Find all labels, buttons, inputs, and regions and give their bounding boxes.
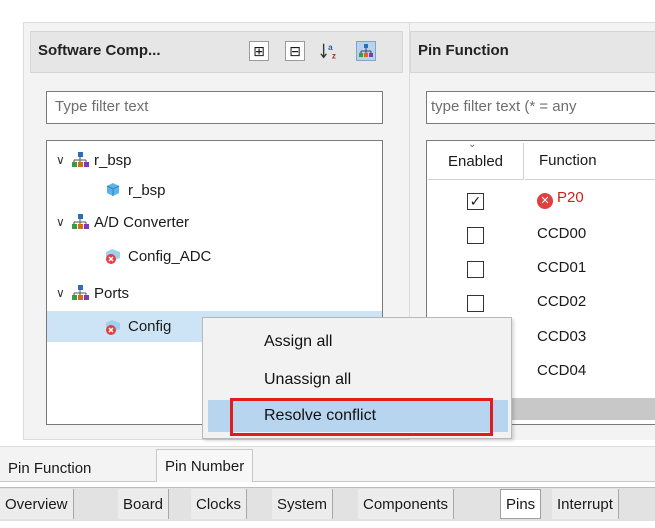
chevron-down-icon[interactable]: ∨ [56,215,70,229]
tree-item-r-bsp[interactable]: r_bsp [104,176,166,204]
tab-pin-function[interactable]: Pin Function [0,452,99,485]
tree-item-label: Config [128,318,172,335]
tab-clocks[interactable]: Clocks [191,489,248,519]
table-row-function[interactable]: CCD04 [537,362,586,379]
column-header-function[interactable]: Function [525,143,655,180]
column-header-enabled[interactable]: Enabled [428,143,524,180]
tab-system[interactable]: System [272,489,334,519]
error-icon: ✕ [537,193,553,209]
hierarchy-view-icon[interactable] [356,41,376,61]
tab-components[interactable]: Components [358,489,455,519]
tree-item-r-bsp-group[interactable]: ∨ r_bsp [56,146,132,174]
tree-item-label: r_bsp [128,181,166,199]
chevron-down-icon[interactable]: ∨ [56,286,70,300]
tab-pin-number[interactable]: Pin Number [156,449,254,482]
tree-item-ports[interactable]: ∨ Ports [56,279,129,307]
table-row-function[interactable]: CCD01 [537,259,586,276]
enabled-checkbox[interactable] [467,227,484,244]
config-error-icon [104,247,124,265]
enabled-checkbox[interactable] [467,295,484,312]
menu-item-unassign-all[interactable]: Unassign all [204,364,510,396]
chevron-down-icon[interactable]: ∨ [56,153,70,167]
component-filter-input[interactable]: Type filter text [46,91,383,124]
table-row-function[interactable]: CCD02 [537,293,586,310]
tree-item-label: Ports [94,284,130,302]
component-group-icon [70,284,90,302]
tree-item-ad-converter[interactable]: ∨ A/D Converter [56,208,189,236]
enabled-checkbox[interactable] [467,261,484,278]
tree-item-label: A/D Converter [94,213,190,231]
menu-item-assign-all[interactable]: Assign all [204,326,510,358]
table-row-function[interactable]: ✕ P20 [537,189,584,209]
tree-item-label: Config_ADC [128,247,212,265]
callout-highlight-box [230,398,493,436]
tab-interrupt[interactable]: Interrupt [552,489,619,519]
expand-all-icon[interactable]: ⊞ [249,41,269,61]
table-row-function[interactable]: CCD00 [537,225,586,242]
tab-board[interactable]: Board [118,489,170,519]
svg-text:z: z [332,51,336,60]
table-row-function[interactable]: CCD03 [537,328,586,345]
tree-item-label: r_bsp [94,151,132,169]
config-error-icon [104,318,124,336]
enabled-checkbox[interactable]: ✓ [467,193,484,210]
cube-icon [104,181,124,199]
tree-item-config-adc[interactable]: Config_ADC [104,242,211,270]
sort-alpha-icon[interactable]: a z [320,41,340,61]
pin-filter-input[interactable]: type filter text (* = any [426,91,655,124]
tab-overview[interactable]: Overview [0,489,74,519]
tab-pins[interactable]: Pins [500,489,542,519]
pin-function-title: Pin Function [418,42,509,59]
component-group-icon [70,213,90,231]
collapse-all-icon[interactable]: ⊟ [285,41,305,61]
software-components-title: Software Comp... [38,42,161,59]
component-group-icon [70,151,90,169]
